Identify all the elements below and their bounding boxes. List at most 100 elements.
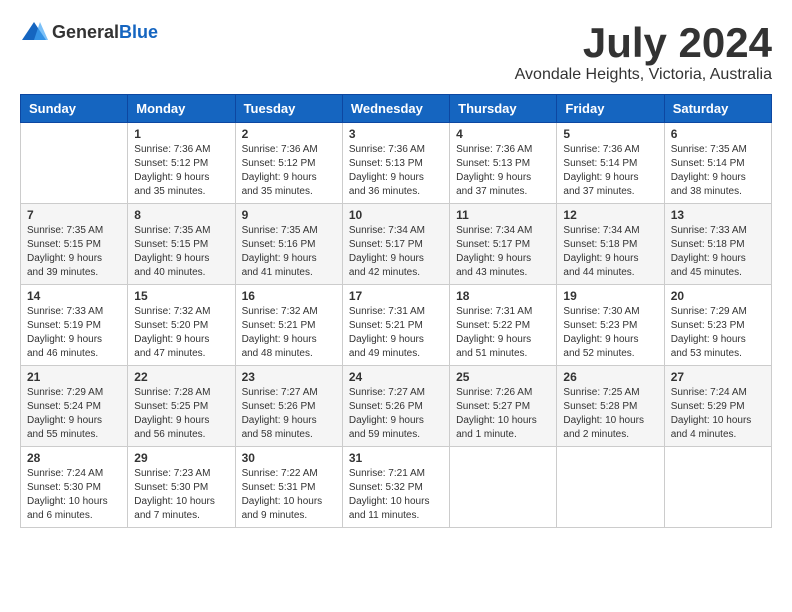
calendar-cell: 4 Sunrise: 7:36 AM Sunset: 5:13 PM Daylig…	[450, 123, 557, 204]
day-number: 31	[349, 451, 443, 465]
calendar-week-4: 21Sunrise: 7:29 AM Sunset: 5:24 PM Dayli…	[21, 366, 772, 447]
day-number: 9	[242, 208, 336, 222]
location-subtitle: Avondale Heights, Victoria, Australia	[515, 66, 772, 84]
day-info: Sunrise: 7:28 AM Sunset: 5:25 PM Dayligh…	[134, 386, 228, 442]
calendar-week-3: 14Sunrise: 7:33 AM Sunset: 5:19 PM Dayli…	[21, 285, 772, 366]
day-number: 22	[134, 370, 228, 384]
day-info: Sunrise: 7:34 AM Sunset: 5:17 PM Dayligh…	[456, 224, 550, 280]
calendar-table: SundayMondayTuesdayWednesdayThursdayFrid…	[20, 94, 772, 528]
day-info: Sunrise: 7:34 AM Sunset: 5:18 PM Dayligh…	[563, 224, 657, 280]
day-info: Sunrise: 7:32 AM Sunset: 5:21 PM Dayligh…	[242, 305, 336, 361]
calendar-cell: 27 Sunrise: 7:24 AM Sunset: 5:29 PM Dayli…	[664, 366, 771, 447]
calendar-cell	[450, 447, 557, 528]
calendar-cell: 13 Sunrise: 7:33 AM Sunset: 5:18 PM Dayli…	[664, 204, 771, 285]
day-number: 11	[456, 208, 550, 222]
calendar-cell: 19Sunrise: 7:30 AM Sunset: 5:23 PM Dayli…	[557, 285, 664, 366]
title-block: July 2024 Avondale Heights, Victoria, Au…	[515, 20, 772, 84]
day-number: 17	[349, 289, 443, 303]
day-info: Sunrise: 7:36 AM Sunset: 5:12 PM Dayligh…	[242, 143, 336, 199]
day-number: 20	[671, 289, 765, 303]
calendar-cell: 7Sunrise: 7:35 AM Sunset: 5:15 PM Daylig…	[21, 204, 128, 285]
calendar-cell: 5 Sunrise: 7:36 AM Sunset: 5:14 PM Daylig…	[557, 123, 664, 204]
day-number: 16	[242, 289, 336, 303]
calendar-cell: 24Sunrise: 7:27 AM Sunset: 5:26 PM Dayli…	[342, 366, 449, 447]
day-info: Sunrise: 7:24 AM Sunset: 5:30 PM Dayligh…	[27, 467, 121, 523]
page-header: GeneralBlue July 2024 Avondale Heights, …	[20, 20, 772, 84]
day-number: 23	[242, 370, 336, 384]
day-number: 18	[456, 289, 550, 303]
calendar-cell: 9Sunrise: 7:35 AM Sunset: 5:16 PM Daylig…	[235, 204, 342, 285]
day-info: Sunrise: 7:22 AM Sunset: 5:31 PM Dayligh…	[242, 467, 336, 523]
day-info: Sunrise: 7:21 AM Sunset: 5:32 PM Dayligh…	[349, 467, 443, 523]
calendar-cell: 14Sunrise: 7:33 AM Sunset: 5:19 PM Dayli…	[21, 285, 128, 366]
day-number: 5	[563, 127, 657, 141]
day-info: Sunrise: 7:36 AM Sunset: 5:13 PM Dayligh…	[349, 143, 443, 199]
calendar-cell: 1Sunrise: 7:36 AM Sunset: 5:12 PM Daylig…	[128, 123, 235, 204]
logo-blue: Blue	[119, 22, 158, 42]
day-info: Sunrise: 7:29 AM Sunset: 5:23 PM Dayligh…	[671, 305, 765, 361]
day-number: 1	[134, 127, 228, 141]
day-info: Sunrise: 7:31 AM Sunset: 5:22 PM Dayligh…	[456, 305, 550, 361]
day-number: 15	[134, 289, 228, 303]
day-number: 25	[456, 370, 550, 384]
day-info: Sunrise: 7:36 AM Sunset: 5:13 PM Dayligh…	[456, 143, 550, 199]
calendar-cell: 15 Sunrise: 7:32 AM Sunset: 5:20 PM Dayli…	[128, 285, 235, 366]
day-info: Sunrise: 7:36 AM Sunset: 5:14 PM Dayligh…	[563, 143, 657, 199]
calendar-cell: 26 Sunrise: 7:25 AM Sunset: 5:28 PM Dayli…	[557, 366, 664, 447]
calendar-cell: 12 Sunrise: 7:34 AM Sunset: 5:18 PM Dayli…	[557, 204, 664, 285]
day-number: 10	[349, 208, 443, 222]
calendar-cell	[664, 447, 771, 528]
calendar-cell: 18 Sunrise: 7:31 AM Sunset: 5:22 PM Dayli…	[450, 285, 557, 366]
calendar-cell: 17 Sunrise: 7:31 AM Sunset: 5:21 PM Dayli…	[342, 285, 449, 366]
calendar-week-2: 7 Sunrise: 7:35 AM Sunset: 5:15 PM Daylig…	[21, 204, 772, 285]
logo-icon	[20, 20, 48, 44]
calendar-cell: 22 Sunrise: 7:28 AM Sunset: 5:25 PM Dayli…	[128, 366, 235, 447]
day-number: 30	[242, 451, 336, 465]
calendar-cell: 21Sunrise: 7:29 AM Sunset: 5:24 PM Dayli…	[21, 366, 128, 447]
day-number: 6	[671, 127, 765, 141]
day-info: Sunrise: 7:33 AM Sunset: 5:18 PM Dayligh…	[671, 224, 765, 280]
calendar-cell: 6 Sunrise: 7:35 AM Sunset: 5:14 PM Daylig…	[664, 123, 771, 204]
calendar-cell: 8 Sunrise: 7:35 AM Sunset: 5:15 PM Daylig…	[128, 204, 235, 285]
calendar-header-row: SundayMondayTuesdayWednesdayThursdayFrid…	[21, 95, 772, 123]
day-number: 26	[563, 370, 657, 384]
weekday-header-monday: Monday	[128, 95, 235, 123]
calendar-cell: 23 Sunrise: 7:27 AM Sunset: 5:26 PM Dayli…	[235, 366, 342, 447]
day-number: 21	[27, 370, 121, 384]
calendar-cell: 30 Sunrise: 7:22 AM Sunset: 5:31 PM Dayli…	[235, 447, 342, 528]
day-number: 4	[456, 127, 550, 141]
weekday-header-wednesday: Wednesday	[342, 95, 449, 123]
day-info: Sunrise: 7:32 AM Sunset: 5:20 PM Dayligh…	[134, 305, 228, 361]
calendar-cell: 29Sunrise: 7:23 AM Sunset: 5:30 PM Dayli…	[128, 447, 235, 528]
day-number: 7	[27, 208, 121, 222]
day-info: Sunrise: 7:24 AM Sunset: 5:29 PM Dayligh…	[671, 386, 765, 442]
day-info: Sunrise: 7:35 AM Sunset: 5:14 PM Dayligh…	[671, 143, 765, 199]
day-info: Sunrise: 7:33 AM Sunset: 5:19 PM Dayligh…	[27, 305, 121, 361]
day-info: Sunrise: 7:26 AM Sunset: 5:27 PM Dayligh…	[456, 386, 550, 442]
calendar-cell	[21, 123, 128, 204]
weekday-header-tuesday: Tuesday	[235, 95, 342, 123]
calendar-cell: 25 Sunrise: 7:26 AM Sunset: 5:27 PM Dayli…	[450, 366, 557, 447]
day-number: 27	[671, 370, 765, 384]
day-number: 13	[671, 208, 765, 222]
day-number: 24	[349, 370, 443, 384]
calendar-cell: 28Sunrise: 7:24 AM Sunset: 5:30 PM Dayli…	[21, 447, 128, 528]
day-info: Sunrise: 7:27 AM Sunset: 5:26 PM Dayligh…	[242, 386, 336, 442]
day-number: 8	[134, 208, 228, 222]
calendar-cell: 16 Sunrise: 7:32 AM Sunset: 5:21 PM Dayli…	[235, 285, 342, 366]
calendar-cell: 10 Sunrise: 7:34 AM Sunset: 5:17 PM Dayli…	[342, 204, 449, 285]
month-title: July 2024	[515, 20, 772, 66]
day-number: 19	[563, 289, 657, 303]
day-number: 12	[563, 208, 657, 222]
day-info: Sunrise: 7:35 AM Sunset: 5:15 PM Dayligh…	[134, 224, 228, 280]
calendar-cell: 2Sunrise: 7:36 AM Sunset: 5:12 PM Daylig…	[235, 123, 342, 204]
day-info: Sunrise: 7:23 AM Sunset: 5:30 PM Dayligh…	[134, 467, 228, 523]
calendar-week-1: 1 Sunrise: 7:36 AM Sunset: 5:12 PM Daylig…	[21, 123, 772, 204]
day-info: Sunrise: 7:34 AM Sunset: 5:17 PM Dayligh…	[349, 224, 443, 280]
weekday-header-friday: Friday	[557, 95, 664, 123]
calendar-cell: 11 Sunrise: 7:34 AM Sunset: 5:17 PM Dayli…	[450, 204, 557, 285]
calendar-cell	[557, 447, 664, 528]
calendar-cell: 31 Sunrise: 7:21 AM Sunset: 5:32 PM Dayli…	[342, 447, 449, 528]
day-info: Sunrise: 7:25 AM Sunset: 5:28 PM Dayligh…	[563, 386, 657, 442]
day-info: Sunrise: 7:31 AM Sunset: 5:21 PM Dayligh…	[349, 305, 443, 361]
